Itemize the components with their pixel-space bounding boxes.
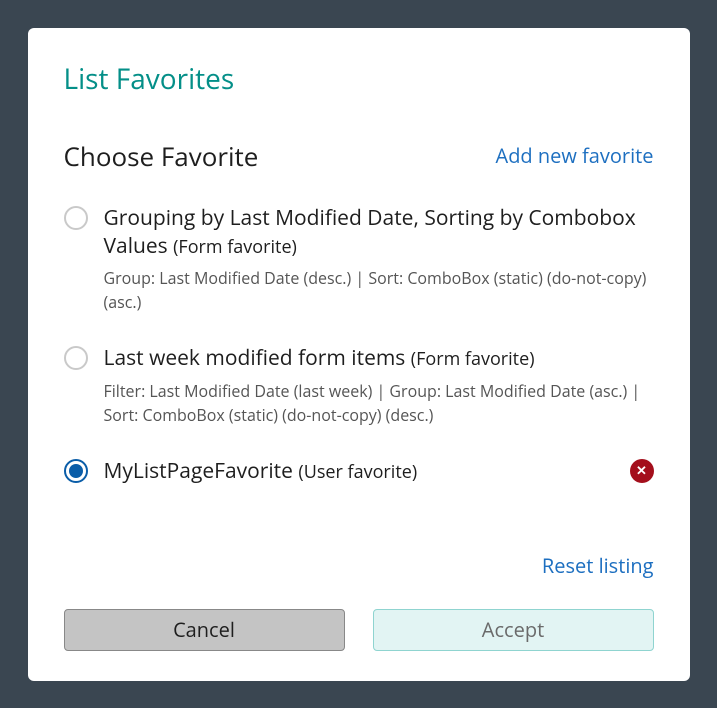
favorite-title-text: MyListPageFavorite	[104, 457, 299, 485]
section-header: Choose Favorite Add new favorite	[64, 138, 654, 174]
reset-listing-link[interactable]: Reset listing	[542, 552, 654, 579]
favorite-title: Grouping by Last Modified Date, Sorting …	[104, 204, 654, 261]
favorite-body: Grouping by Last Modified Date, Sorting …	[104, 204, 654, 315]
favorite-description: Filter: Last Modified Date (last week) |…	[104, 379, 654, 427]
favorite-title: Last week modified form items (Form favo…	[104, 344, 654, 372]
favorite-scope: (Form favorite)	[173, 235, 297, 259]
favorite-description: Group: Last Modified Date (desc.) | Sort…	[104, 266, 654, 314]
favorite-item: Grouping by Last Modified Date, Sorting …	[64, 204, 654, 315]
add-new-favorite-link[interactable]: Add new favorite	[496, 142, 654, 169]
favorite-title: MyListPageFavorite (User favorite)	[104, 457, 614, 485]
favorites-list: Grouping by Last Modified Date, Sorting …	[64, 204, 654, 548]
favorite-radio[interactable]	[64, 459, 88, 483]
favorite-title-text: Last week modified form items	[104, 344, 411, 372]
choose-favorite-heading: Choose Favorite	[64, 138, 259, 174]
favorite-radio[interactable]	[64, 346, 88, 370]
delete-favorite-button[interactable]: ✕	[630, 459, 654, 483]
favorite-body: MyListPageFavorite (User favorite)	[104, 457, 614, 485]
accept-button[interactable]: Accept	[373, 609, 654, 651]
favorite-scope: (User favorite)	[298, 460, 417, 484]
dialog-title: List Favorites	[64, 60, 654, 98]
reset-row: Reset listing	[64, 552, 654, 579]
cancel-button[interactable]: Cancel	[64, 609, 345, 651]
favorite-item: Last week modified form items (Form favo…	[64, 344, 654, 426]
favorite-item: MyListPageFavorite (User favorite) ✕	[64, 457, 654, 485]
favorite-scope: (Form favorite)	[411, 347, 535, 371]
favorite-body: Last week modified form items (Form favo…	[104, 344, 654, 426]
close-icon: ✕	[636, 464, 647, 477]
favorite-radio[interactable]	[64, 206, 88, 230]
dialog-buttons: Cancel Accept	[64, 609, 654, 651]
list-favorites-dialog: List Favorites Choose Favorite Add new f…	[28, 28, 690, 681]
